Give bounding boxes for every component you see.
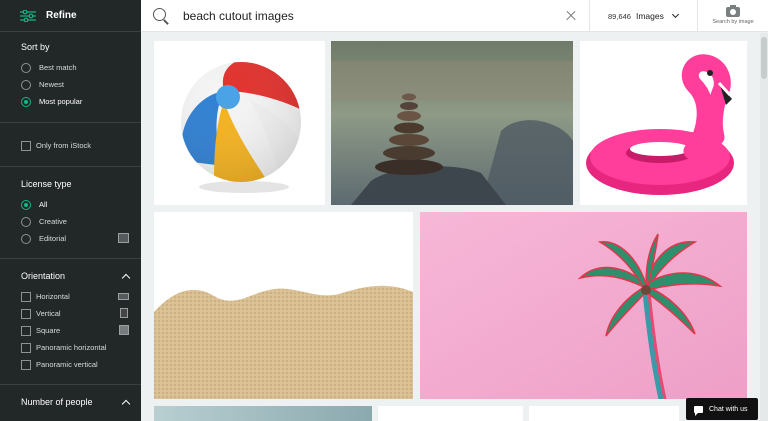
image-tile-stacked-stones[interactable] <box>331 41 573 205</box>
checkbox[interactable] <box>21 325 31 336</box>
refine-header[interactable]: Refine <box>0 0 141 32</box>
number-of-people-title[interactable]: Number of people <box>21 397 141 408</box>
result-count: 89,646 <box>608 11 631 21</box>
number-of-people-section: Number of people <box>0 385 141 421</box>
pink-flamingo-float-image <box>586 54 734 195</box>
istock-section: Only from iStock <box>0 123 141 167</box>
radio-button-selected[interactable] <box>21 96 31 107</box>
chevron-up-icon[interactable] <box>121 273 131 282</box>
sand-image <box>154 285 413 399</box>
sort-most-popular[interactable]: Most popular <box>21 93 141 110</box>
beach-ball-image <box>181 62 301 193</box>
search-icon[interactable] <box>153 7 169 25</box>
image-tile-palm-tree-pink[interactable] <box>420 212 747 399</box>
image-tile-beach-ball[interactable] <box>154 41 325 205</box>
orientation-horizontal[interactable]: Horizontal <box>21 288 141 305</box>
checkbox[interactable] <box>21 140 31 151</box>
orientation-section: Orientation Horizontal Vertical Square P… <box>0 259 141 385</box>
scrollbar[interactable] <box>760 33 768 421</box>
media-type-label: Images <box>635 11 664 21</box>
image-tile-partial[interactable] <box>154 406 372 421</box>
radio-button[interactable] <box>21 233 31 244</box>
camera-icon <box>726 5 740 17</box>
editorial-icon <box>118 233 129 243</box>
palm-tree-pink-image <box>420 212 747 399</box>
radio-button[interactable] <box>21 62 31 73</box>
checkbox[interactable] <box>21 342 31 353</box>
sort-best-match[interactable]: Best match <box>21 59 141 76</box>
radio-button[interactable] <box>21 79 31 90</box>
checkbox[interactable] <box>21 291 31 302</box>
checkbox[interactable] <box>21 359 31 370</box>
sort-newest[interactable]: Newest <box>21 76 141 93</box>
close-icon[interactable] <box>565 10 577 22</box>
license-type-section: License type All Creative Editorial <box>0 167 141 259</box>
chevron-down-icon <box>671 10 679 19</box>
sort-by-title: Sort by <box>21 42 50 52</box>
image-tile-pink-flamingo-float[interactable] <box>580 41 747 205</box>
license-creative[interactable]: Creative <box>21 213 141 230</box>
orientation-vertical[interactable]: Vertical <box>21 305 141 322</box>
license-editorial[interactable]: Editorial <box>21 230 141 247</box>
app-window: Refine Sort by Best match Newest Most po… <box>0 0 768 421</box>
orientation-panoramic-vertical[interactable]: Panoramic vertical <box>21 356 141 373</box>
stacked-stones-image <box>331 41 573 205</box>
vertical-orientation-icon <box>120 308 128 318</box>
refine-label: Refine <box>46 10 77 21</box>
square-orientation-icon <box>119 325 129 335</box>
sliders-icon <box>20 9 36 22</box>
search-input[interactable] <box>183 8 563 23</box>
orientation-title[interactable]: Orientation <box>21 271 141 282</box>
search-by-image-label: Search by image <box>712 19 754 25</box>
chat-bubble-icon <box>694 405 703 416</box>
image-tile-partial[interactable] <box>378 406 523 421</box>
search-bar: 89,646 Images Search by image <box>141 0 768 32</box>
media-type-dropdown[interactable]: 89,646 Images <box>589 0 697 32</box>
scrollbar-thumb[interactable] <box>761 37 767 79</box>
radio-button-selected[interactable] <box>21 199 31 210</box>
horizontal-orientation-icon <box>118 293 129 300</box>
radio-button[interactable] <box>21 216 31 227</box>
license-type-title: License type <box>21 179 72 189</box>
image-tile-partial[interactable] <box>529 406 679 421</box>
checkbox[interactable] <box>21 308 31 319</box>
chat-button[interactable]: Chat with us <box>686 398 758 420</box>
chevron-up-icon[interactable] <box>121 399 131 408</box>
only-from-istock[interactable]: Only from iStock <box>21 137 141 154</box>
search-by-image-button[interactable]: Search by image <box>697 0 768 32</box>
sort-by-section: Sort by Best match Newest Most popular <box>0 32 141 123</box>
chat-label: Chat with us <box>709 405 748 413</box>
orientation-square[interactable]: Square <box>21 322 141 339</box>
image-tile-sand[interactable] <box>154 212 413 399</box>
filter-sidebar: Refine Sort by Best match Newest Most po… <box>0 0 141 421</box>
license-all[interactable]: All <box>21 196 141 213</box>
orientation-panoramic-horizontal[interactable]: Panoramic horizontal <box>21 339 141 356</box>
